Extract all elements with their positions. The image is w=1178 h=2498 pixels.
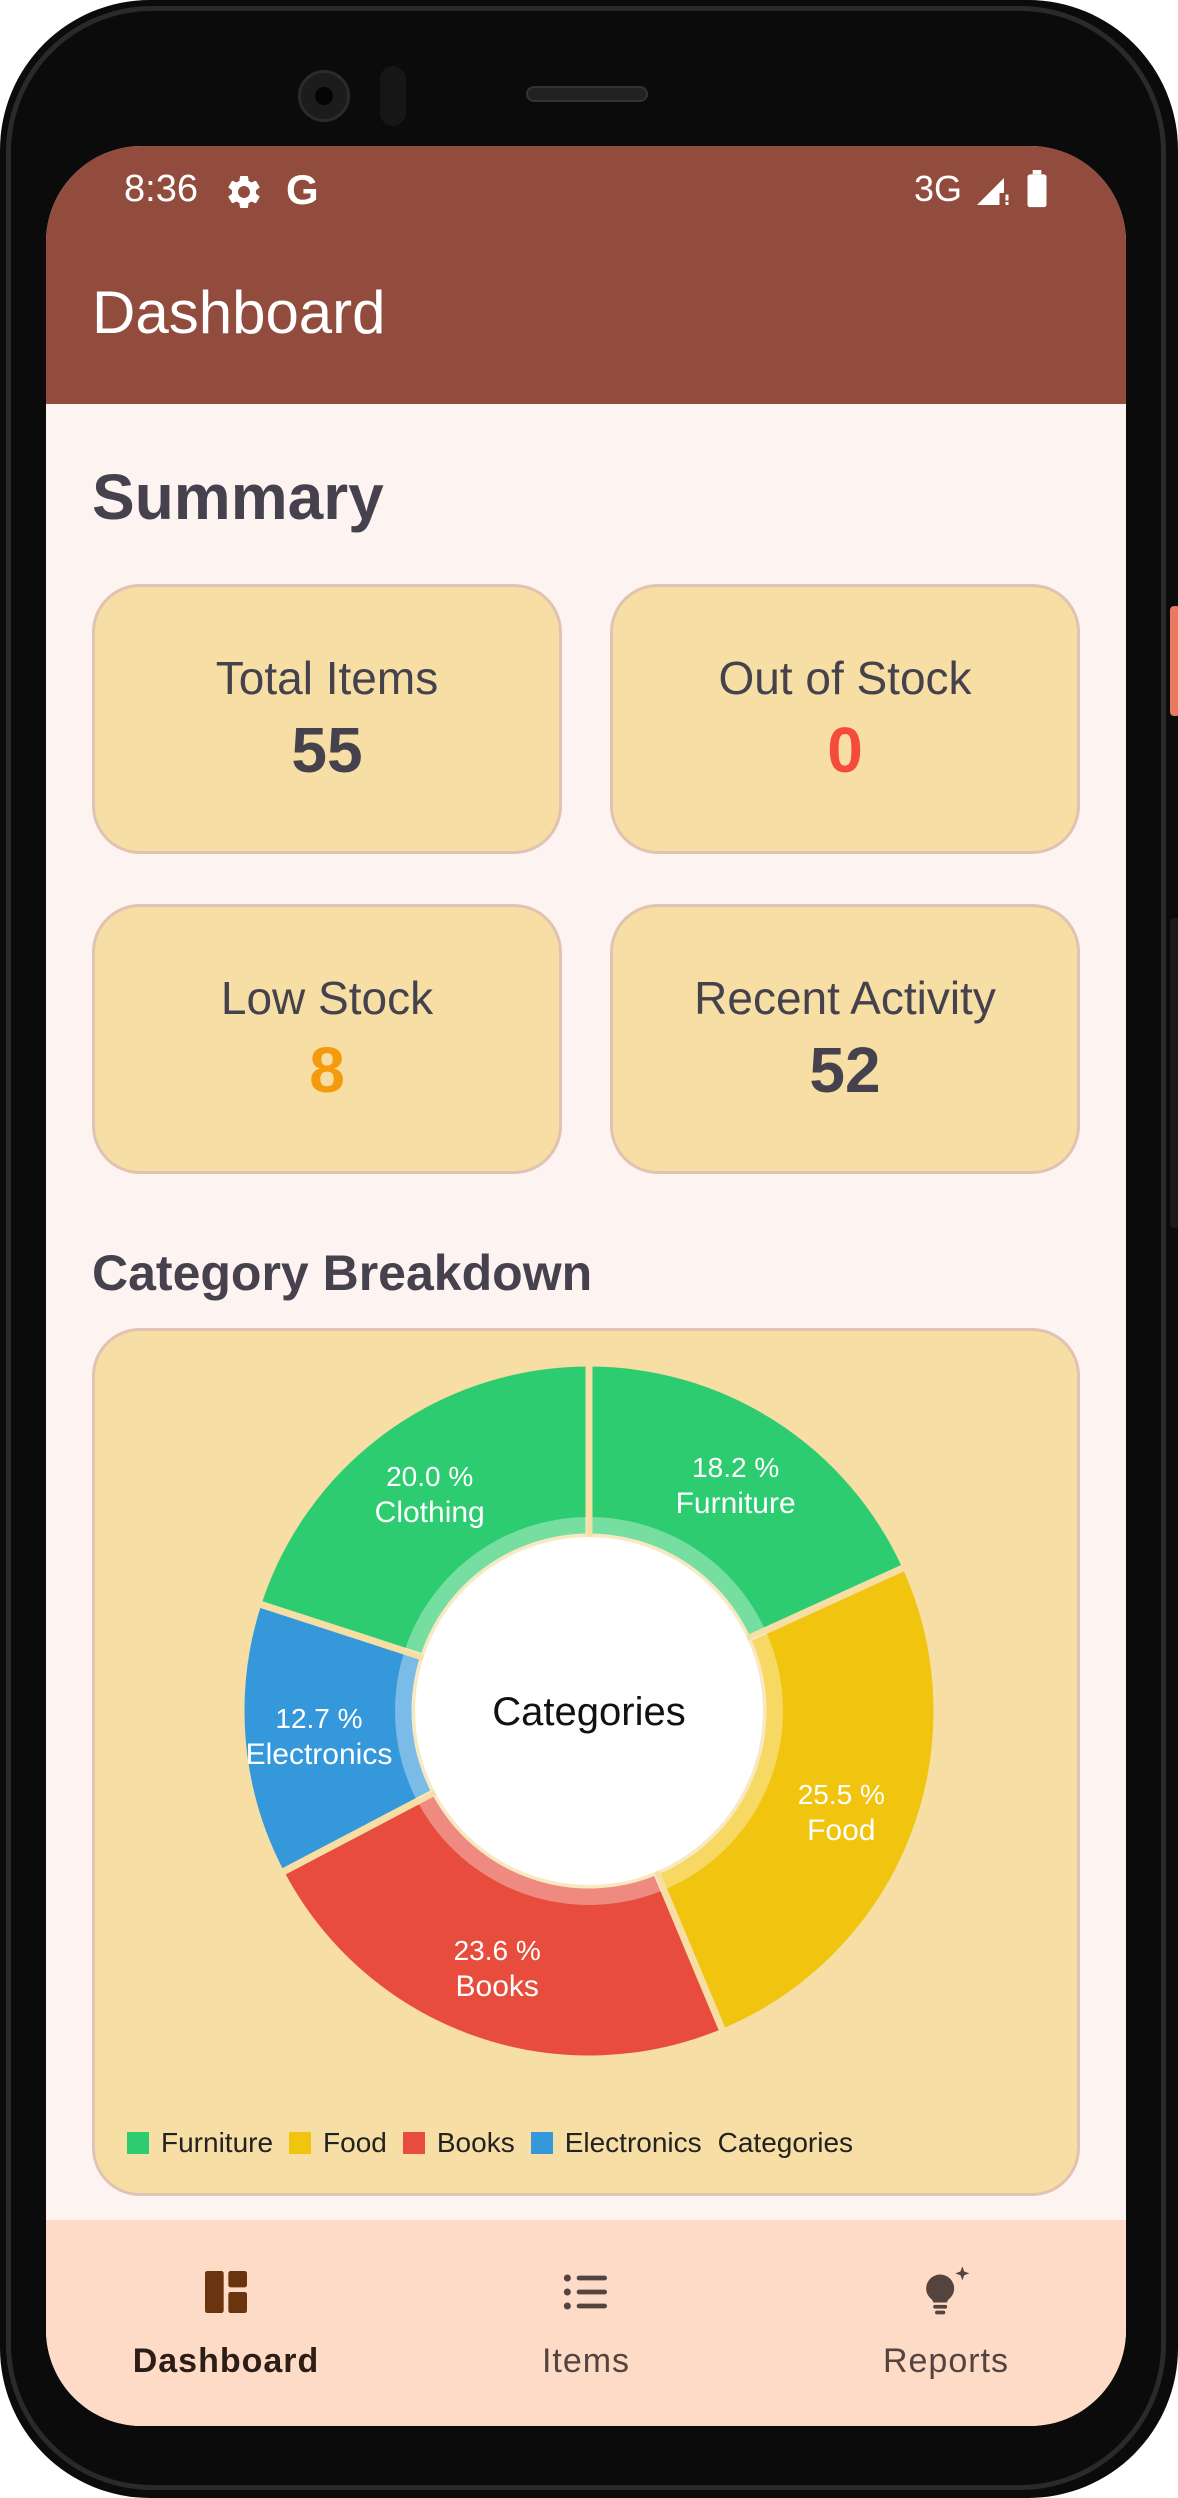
legend-swatch (402, 2132, 425, 2154)
slice-percent-label: 25.5 % (798, 1779, 885, 1810)
summary-title: Summary (92, 461, 384, 533)
card-value: 0 (827, 714, 863, 786)
screen: 8:36 G 3G Dashboard Summary Total Items … (46, 146, 1126, 2426)
legend-label: Electronics (564, 2127, 702, 2158)
legend-swatch (127, 2132, 149, 2154)
slice-percent-label: 20.0 % (386, 1461, 473, 1492)
summary-card-out-of-stock[interactable]: Out of Stock 0 (610, 584, 1080, 854)
legend-label: Furniture (161, 2127, 274, 2158)
legend-label: Categories (717, 2127, 854, 2158)
card-label: Low Stock (220, 972, 434, 1024)
network-type: 3G (914, 168, 963, 209)
donut-center-label: Categories (492, 1690, 685, 1734)
status-time: 8:36 (124, 168, 198, 210)
legend-swatch (289, 2132, 312, 2154)
front-camera (298, 70, 350, 122)
phone-frame: 8:36 G 3G Dashboard Summary Total Items … (0, 0, 1178, 2498)
nav-item-reports[interactable]: Reports (766, 2220, 1126, 2426)
legend-item[interactable]: Furniture (127, 2127, 273, 2159)
nav-label: Reports (882, 2342, 1010, 2380)
slice-percent-label: 23.6 % (454, 1935, 541, 1966)
volume-button (1170, 918, 1178, 1228)
legend-swatch (530, 2132, 553, 2154)
dashboard-content[interactable]: Summary Total Items 55 Out of Stock 0 Lo… (46, 404, 1126, 2264)
list-icon (563, 2274, 607, 2310)
gear-icon (228, 176, 260, 208)
slice-percent-label: 18.2 % (692, 1452, 779, 1483)
slice-category-label: Books (456, 1970, 539, 2003)
power-button (1170, 606, 1178, 716)
chart-legend: Furniture Food Books Electronics Categories (127, 2127, 869, 2159)
category-chart-card: 18.2 % Furniture 25.5 % Food 23.6 % Books 12.7… (92, 1328, 1080, 2196)
google-icon: G (286, 166, 319, 213)
card-label: Recent Activity (694, 972, 996, 1024)
dashboard-icon (205, 2271, 247, 2313)
card-value: 8 (309, 1034, 345, 1106)
app-bar: Dashboard (46, 234, 1126, 404)
legend-label: Books (436, 2127, 515, 2158)
slice-category-label: Clothing (375, 1496, 485, 1529)
category-breakdown-title: Category Breakdown (92, 1245, 593, 1301)
lightbulb-icon (926, 2266, 970, 2315)
summary-card-low-stock[interactable]: Low Stock 8 (92, 904, 562, 1174)
legend-item[interactable]: Books (402, 2127, 515, 2159)
slice-category-label: Food (807, 1814, 875, 1847)
bottom-navigation: Dashboard Items Reports (46, 2220, 1126, 2426)
card-value: 52 (809, 1034, 881, 1106)
nav-item-dashboard[interactable]: Dashboard (46, 2220, 406, 2426)
slice-category-label: Electronics (246, 1738, 393, 1771)
card-label: Out of Stock (718, 652, 972, 704)
legend-item[interactable]: Categories (718, 2127, 853, 2159)
legend-item[interactable]: Electronics (530, 2127, 702, 2159)
slice-category-label: Furniture (676, 1487, 796, 1520)
card-label: Total Items (215, 652, 439, 704)
page-title: Dashboard (92, 279, 386, 346)
card-value: 55 (291, 714, 363, 786)
battery-icon (1027, 170, 1047, 208)
nav-item-items[interactable]: Items (406, 2220, 766, 2426)
slice-percent-label: 12.7 % (275, 1703, 362, 1734)
category-donut-chart[interactable]: 18.2 % Furniture 25.5 % Food 23.6 % Books 12.7… (95, 1331, 1080, 2196)
earpiece-speaker (526, 86, 648, 102)
legend-item[interactable]: Food (289, 2127, 387, 2159)
status-bar: 8:36 G 3G (46, 146, 1126, 234)
summary-card-recent-activity[interactable]: Recent Activity 52 (610, 904, 1080, 1174)
summary-card-total-items[interactable]: Total Items 55 (92, 584, 562, 854)
nav-label: Items (541, 2342, 631, 2380)
nav-label: Dashboard (132, 2342, 320, 2380)
legend-label: Food (323, 2127, 387, 2158)
proximity-sensor (380, 66, 406, 126)
signal-icon (977, 178, 1009, 205)
